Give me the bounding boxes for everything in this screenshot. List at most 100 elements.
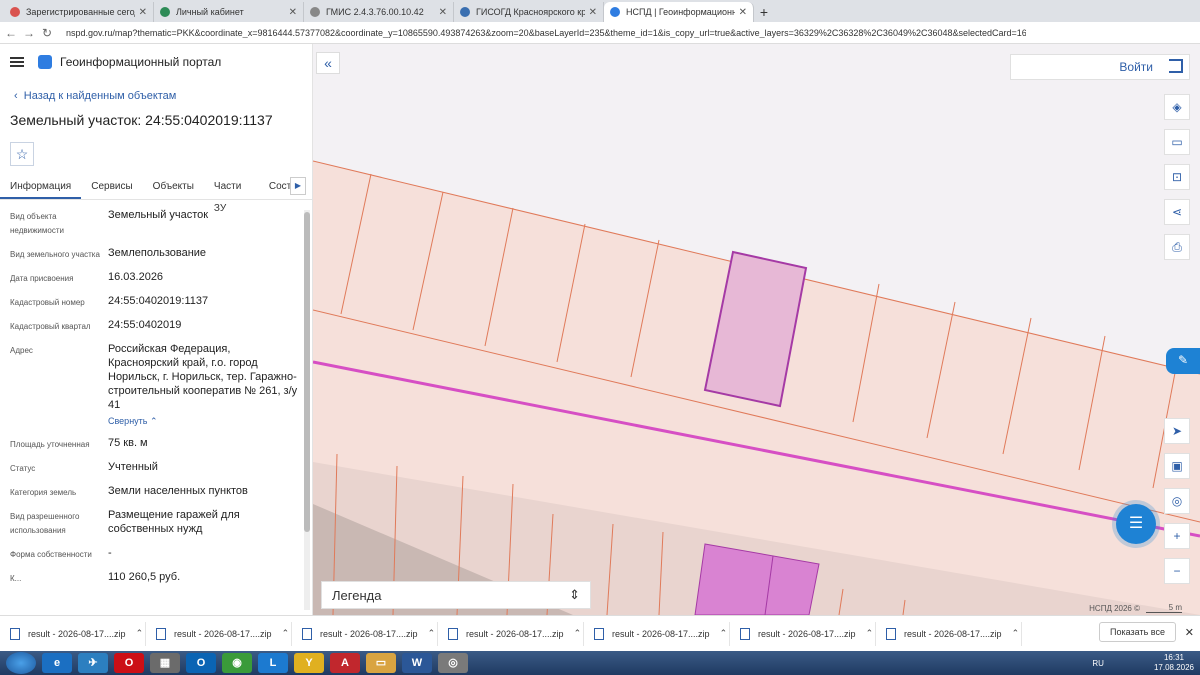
app-icon[interactable]: ✈ <box>78 653 108 673</box>
opera-icon[interactable]: O <box>114 653 144 673</box>
tab-services[interactable]: Сервисы <box>81 176 142 199</box>
chevron-up-icon[interactable]: ⌃ <box>574 628 582 639</box>
double-chevron-left-icon: « <box>324 55 332 71</box>
app-icon[interactable]: ▦ <box>150 653 180 673</box>
tab-info[interactable]: Информация <box>0 176 82 199</box>
chrome-icon[interactable]: ◉ <box>222 653 252 673</box>
tab-objects[interactable]: Объекты <box>143 176 204 199</box>
select-area-button[interactable]: ⊡ <box>1164 164 1190 190</box>
windows-taskbar: e ✈ O ▦ O ◉ L Y A ▭ W ◎ RU 16:31 17.08.20… <box>0 651 1200 675</box>
back-to-results-link[interactable]: ‹ Назад к найденным объектам <box>0 80 312 106</box>
close-icon[interactable]: ✕ <box>139 7 147 18</box>
share-button[interactable]: ⋖ <box>1164 199 1190 225</box>
close-icon[interactable]: ✕ <box>289 7 297 18</box>
share-icon: ⋖ <box>1171 205 1183 219</box>
tab-4[interactable]: ГИСОГД Красноярского края ✕ <box>454 2 604 22</box>
geo-search-button[interactable]: ◎ <box>1164 488 1190 514</box>
zip-file-icon <box>302 627 312 640</box>
info-row: Кадастровый квартал 24:55:0402019 <box>10 319 182 331</box>
download-item[interactable]: result - 2026-08-17....zip ⌃ <box>584 621 730 646</box>
download-item[interactable]: result - 2026-08-17....zip ⌃ <box>438 621 584 646</box>
minimap-button[interactable]: ▣ <box>1164 453 1190 479</box>
forward-arrow-icon[interactable]: → <box>22 26 36 40</box>
info-row: Вид объекта недвижимости Земельный участо… <box>10 209 209 235</box>
print-button[interactable]: ⎙ <box>1164 234 1190 260</box>
yandex-icon[interactable]: Y <box>294 653 324 673</box>
print-icon: ⎙ <box>1172 240 1182 254</box>
chevron-up-icon[interactable]: ⌃ <box>282 628 290 639</box>
tab-favicon-icon <box>160 7 170 17</box>
collapse-panel-button[interactable]: « <box>316 52 340 74</box>
plus-icon: + <box>1173 529 1181 543</box>
close-icon[interactable]: ✕ <box>439 7 447 18</box>
tab-favicon-icon <box>10 7 20 17</box>
tab-parts[interactable]: Части ЗУ <box>204 176 259 214</box>
language-indicator[interactable]: RU <box>1092 659 1104 668</box>
back-arrow-icon[interactable]: ← <box>4 26 18 40</box>
layers-button[interactable]: ◈ <box>1164 94 1190 120</box>
login-button[interactable]: Войти <box>1010 54 1190 80</box>
word-icon[interactable]: W <box>402 653 432 673</box>
portal-title: Геоинформационный портал <box>60 55 222 69</box>
outlook-icon[interactable]: O <box>186 653 216 673</box>
chevron-up-icon[interactable]: ⌃ <box>866 628 874 639</box>
collapse-link[interactable]: Свернуть ⌃ <box>108 414 302 428</box>
tab-3[interactable]: ГМИС 2.4.3.76.00.10.42 ✕ <box>304 2 454 22</box>
zip-file-icon <box>448 627 458 640</box>
folder-icon[interactable]: ▭ <box>366 653 396 673</box>
chevron-up-icon[interactable]: ⌃ <box>720 628 728 639</box>
locate-button[interactable]: ➤ <box>1164 418 1190 444</box>
app-icon[interactable]: L <box>258 653 288 673</box>
panel-scrollbar[interactable] <box>304 210 310 610</box>
legend-dropdown[interactable]: Легенда ⇕ <box>321 581 591 609</box>
info-row-address: Адрес Российская Федерация, Красноярский … <box>10 342 302 428</box>
zoom-in-button[interactable]: + <box>1164 523 1190 549</box>
url-field[interactable]: nspd.gov.ru/map?thematic=PKK&coordinate_… <box>66 28 1026 38</box>
start-button[interactable] <box>6 652 36 674</box>
assistant-button[interactable]: ✎ <box>1166 348 1200 374</box>
info-tabs: Информация Сервисы Объекты Части ЗУ Сост… <box>0 176 312 214</box>
tab-2[interactable]: Личный кабинет ✕ <box>154 2 304 22</box>
download-item[interactable]: result - 2026-08-17....zip ⌃ <box>146 621 292 646</box>
tab-5-active[interactable]: НСПД | Геоинформационный п...✕ <box>604 2 754 22</box>
system-tray: RU 16:31 17.08.2026 <box>1092 653 1194 673</box>
favorite-star-button[interactable]: ☆ <box>10 142 34 166</box>
tab-1[interactable]: Зарегистрированные сегодня✕ <box>4 2 154 22</box>
chevron-up-icon[interactable]: ⌃ <box>136 628 144 639</box>
chevron-up-icon[interactable]: ⌃ <box>1012 628 1020 639</box>
info-row: Площадь уточненная 75 кв. м <box>10 437 148 449</box>
tabs-scroll-right-icon[interactable]: ▶ <box>290 177 306 195</box>
info-row: К... 110 260,5 руб. <box>10 571 181 583</box>
acrobat-icon[interactable]: A <box>330 653 360 673</box>
map-canvas[interactable]: Войти ◈ ▭ ⊡ ⋖ ⎙ ✎ ➤ ▣ ◎ + − ☰ Легенда ⇕ Н… <box>313 44 1200 615</box>
zip-file-icon <box>156 627 166 640</box>
object-info-panel: Геоинформационный портал ‹ Назад к найде… <box>0 44 313 615</box>
reload-icon[interactable]: ↻ <box>40 26 54 40</box>
close-icon[interactable]: ✕ <box>1185 626 1194 639</box>
chevron-up-icon[interactable]: ⌃ <box>428 628 436 639</box>
app-icon[interactable]: ◎ <box>438 653 468 673</box>
download-item[interactable]: result - 2026-08-17....zip ⌃ <box>730 621 876 646</box>
ie-icon[interactable]: e <box>42 653 72 673</box>
show-all-downloads-button[interactable]: Показать все <box>1099 622 1176 642</box>
download-item[interactable]: result - 2026-08-17....zip ⌃ <box>876 621 1022 646</box>
panel-header: Геоинформационный портал <box>0 44 312 80</box>
assistant-icon: ✎ <box>1177 353 1189 367</box>
new-tab-button[interactable]: + <box>754 2 774 22</box>
info-rows: Вид объекта недвижимости Земельный участо… <box>0 200 312 586</box>
scrollbar-thumb[interactable] <box>304 212 310 532</box>
tab-favicon-icon <box>460 7 470 17</box>
measure-button[interactable]: ▭ <box>1164 129 1190 155</box>
minimap-icon: ▣ <box>1171 459 1183 473</box>
close-icon[interactable]: ✕ <box>589 7 597 18</box>
close-icon[interactable]: ✕ <box>739 7 747 18</box>
clock[interactable]: 16:31 17.08.2026 <box>1154 653 1194 673</box>
zoom-out-button[interactable]: − <box>1164 558 1190 584</box>
info-row: Статус Учтенный <box>10 461 158 473</box>
chat-button[interactable]: ☰ <box>1116 504 1156 544</box>
download-item[interactable]: result - 2026-08-17....zip ⌃ <box>292 621 438 646</box>
download-item[interactable]: result - 2026-08-17....zip ⌃ <box>0 621 146 646</box>
menu-icon[interactable] <box>10 57 24 67</box>
login-icon <box>1169 59 1183 73</box>
scale-bar: 5 m <box>1146 603 1182 613</box>
